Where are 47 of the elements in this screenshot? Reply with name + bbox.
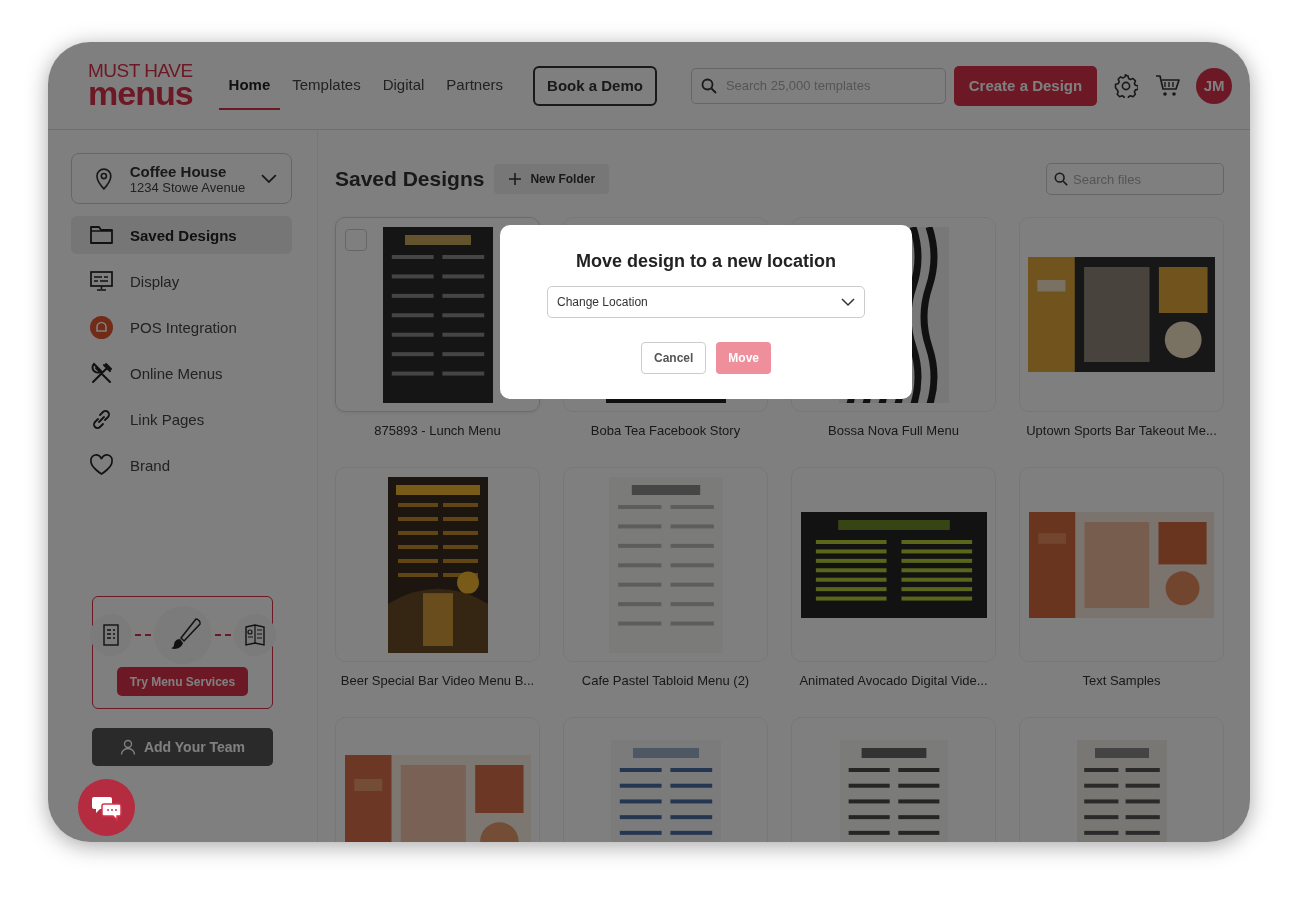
pos-icon bbox=[89, 314, 114, 340]
design-title: Cafe Pastel Tabloid Menu (2) bbox=[580, 673, 751, 688]
design-title: Text Samples bbox=[1081, 673, 1162, 688]
new-folder-button[interactable]: New Folder bbox=[494, 164, 610, 194]
location-pin-icon bbox=[94, 166, 114, 191]
chat-icon bbox=[91, 794, 122, 821]
plus-icon bbox=[508, 172, 523, 186]
select-checkbox[interactable] bbox=[345, 229, 367, 251]
design-title: Bossa Nova Full Menu bbox=[827, 423, 960, 438]
search-icon bbox=[1054, 172, 1068, 186]
logo[interactable]: MUST HAVE menus bbox=[88, 63, 193, 108]
search-icon bbox=[700, 77, 717, 94]
monitor-icon bbox=[89, 268, 114, 294]
create-design-button[interactable]: Create a Design bbox=[953, 65, 1098, 106]
sidebar-item[interactable]: Brand bbox=[71, 446, 292, 484]
try-menu-services-button[interactable]: Try Menu Services bbox=[117, 667, 248, 696]
settings-icon[interactable] bbox=[1114, 73, 1139, 98]
location-dropdown[interactable]: Change Location bbox=[547, 286, 865, 318]
add-team-button[interactable]: Add Your Team bbox=[92, 728, 273, 766]
nav-link[interactable]: Digital bbox=[372, 61, 435, 110]
sidebar-item[interactable]: Online Menus bbox=[71, 354, 292, 392]
user-avatar[interactable]: JM bbox=[1196, 67, 1232, 104]
sidebar-item[interactable]: Saved Designs bbox=[71, 216, 292, 254]
design-title: Beer Special Bar Video Menu B... bbox=[339, 673, 536, 688]
page-title: Saved Designs bbox=[335, 167, 485, 191]
sidebar-item[interactable]: Display bbox=[71, 262, 292, 300]
design-title: 875893 - Lunch Menu bbox=[373, 423, 502, 438]
utensils-icon bbox=[89, 360, 114, 386]
design-title: Boba Tea Facebook Story bbox=[589, 423, 742, 438]
cart-icon[interactable] bbox=[1155, 73, 1182, 98]
location-name: Coffee House bbox=[129, 162, 228, 180]
sidebar-item[interactable]: POS Integration bbox=[71, 308, 292, 346]
location-address: 1234 Stowe Avenue bbox=[129, 179, 246, 195]
person-icon bbox=[119, 739, 136, 755]
location-selector[interactable]: Coffee House 1234 Stowe Avenue bbox=[71, 153, 292, 204]
cancel-button[interactable]: Cancel bbox=[640, 342, 707, 374]
nav-link[interactable]: Home bbox=[218, 61, 281, 110]
design-title: Uptown Sports Bar Takeout Me... bbox=[1025, 423, 1218, 438]
nav-link[interactable]: Partners bbox=[436, 61, 514, 110]
nav-link[interactable]: Templates bbox=[282, 61, 371, 110]
dialog-title: Move design to a new location bbox=[575, 251, 836, 272]
sidebar-item[interactable]: Link Pages bbox=[71, 400, 292, 438]
chevron-down-icon bbox=[261, 173, 277, 184]
chevron-down-icon bbox=[841, 297, 855, 307]
heart-icon bbox=[89, 452, 114, 478]
book-demo-button[interactable]: Book a Demo bbox=[533, 65, 657, 106]
design-title: Animated Avocado Digital Vide... bbox=[798, 673, 989, 688]
